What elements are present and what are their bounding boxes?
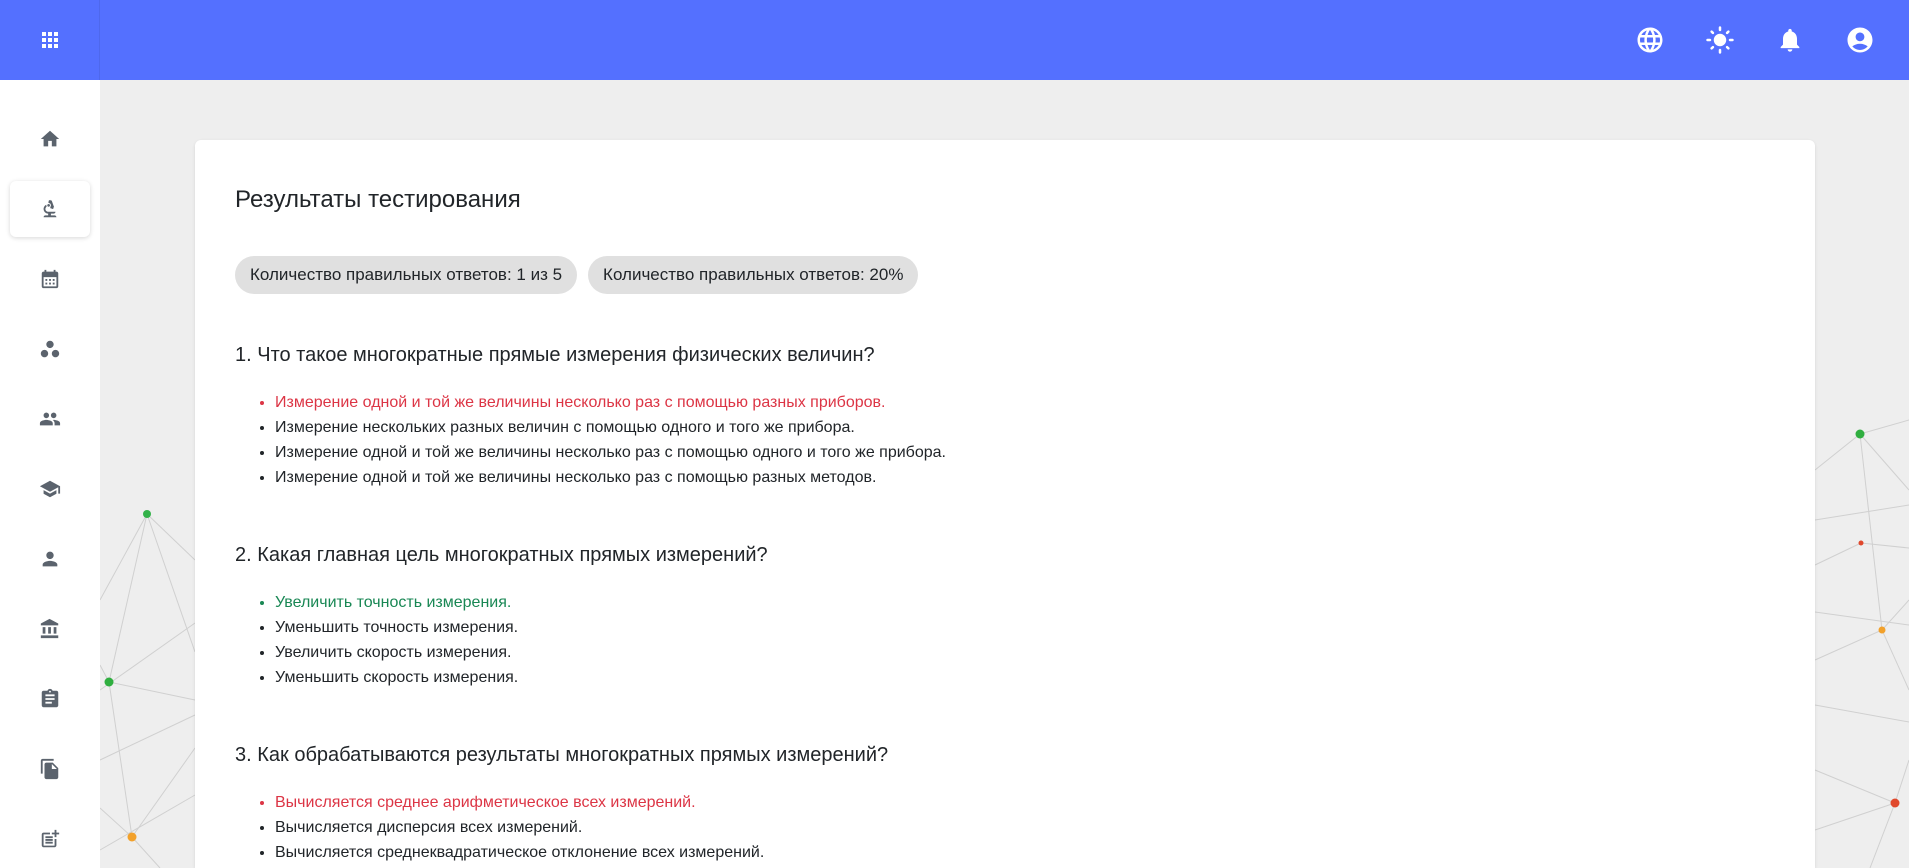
sidebar-item-groups[interactable] <box>10 391 90 447</box>
network-node <box>1878 626 1886 634</box>
group-icon <box>39 408 61 430</box>
question-title: 1. Что такое многократные прямые измерен… <box>235 344 875 366</box>
answer-option: Увеличить точность измерения. <box>275 590 1775 615</box>
sidebar-item-tests[interactable] <box>10 181 90 237</box>
theme-toggle-button[interactable] <box>1700 20 1740 60</box>
account-button[interactable] <box>1840 20 1880 60</box>
answer-option: Вычисляется среднеквадратическое отклоне… <box>275 840 1775 865</box>
network-node <box>104 677 114 687</box>
network-node <box>143 510 151 518</box>
institution-icon <box>39 618 61 640</box>
answer-option: Уменьшить скорость измерения. <box>275 665 1775 690</box>
notifications-button[interactable] <box>1770 20 1810 60</box>
page-title: Результаты тестирования <box>235 186 521 213</box>
calendar-icon <box>39 268 61 290</box>
sidebar-item-home[interactable] <box>10 111 90 167</box>
answer-option: Измерение одной и той же величины нескол… <box>275 465 1775 490</box>
sidebar-item-calendar[interactable] <box>10 251 90 307</box>
sidebar-item-person[interactable] <box>10 531 90 587</box>
home-icon <box>39 128 61 150</box>
file-copy-icon <box>39 758 61 780</box>
person-icon <box>39 548 61 570</box>
language-icon <box>1635 25 1665 55</box>
network-node <box>1855 429 1865 439</box>
school-icon <box>39 478 61 500</box>
light-mode-icon <box>1705 25 1735 55</box>
language-button[interactable] <box>1630 20 1670 60</box>
question-1: 1. Что такое многократные прямые измерен… <box>235 340 1775 490</box>
apps-menu-button[interactable] <box>0 0 100 80</box>
sidebar-item-institution[interactable] <box>10 601 90 657</box>
question-2: 2. Какая главная цель многократных прямы… <box>235 540 1775 690</box>
assignment-icon <box>39 688 61 710</box>
top-app-bar <box>0 0 1909 80</box>
answer-option: Вычисляется среднее арифметическое всех … <box>275 790 1775 815</box>
answer-option: Вычисляется дисперсия всех измерений. <box>275 815 1775 840</box>
network-node <box>127 832 137 842</box>
correct-percent-chip: Количество правильных ответов: 20% <box>588 256 919 294</box>
answer-list: Вычисляется среднее арифметическое всех … <box>235 790 1775 865</box>
post-add-icon <box>39 828 61 850</box>
network-node <box>1890 798 1900 808</box>
sidebar-item-assignment[interactable] <box>10 671 90 727</box>
network-node <box>1858 540 1864 546</box>
sidebar-item-documents[interactable] <box>10 741 90 797</box>
answer-option: Уменьшить точность измерения. <box>275 615 1775 640</box>
microscope-icon <box>39 198 61 220</box>
question-3: 3. Как обрабатываются результаты многокр… <box>235 740 1775 865</box>
question-title: 2. Какая главная цель многократных прямы… <box>235 544 768 566</box>
account-circle-icon <box>1845 25 1875 55</box>
sidebar-item-post-add[interactable] <box>10 811 90 867</box>
question-title: 3. Как обрабатываются результаты многокр… <box>235 744 889 766</box>
sidebar-item-workspaces[interactable] <box>10 321 90 377</box>
answer-list: Измерение одной и той же величины нескол… <box>235 390 1775 490</box>
sidebar <box>0 80 100 868</box>
correct-count-chip: Количество правильных ответов: 1 из 5 <box>235 256 578 294</box>
answer-option: Измерение одной и той же величины нескол… <box>275 390 1775 415</box>
sidebar-item-school[interactable] <box>10 461 90 517</box>
notifications-icon <box>1776 26 1804 54</box>
workspaces-icon <box>39 338 61 360</box>
test-results-card: Результаты тестирования Количество прави… <box>195 140 1815 868</box>
score-summary: Количество правильных ответов: 1 из 5 Ко… <box>235 256 1775 294</box>
apps-icon <box>38 28 62 52</box>
answer-option: Измерение одной и той же величины нескол… <box>275 440 1775 465</box>
answer-option: Измерение нескольких разных величин с по… <box>275 415 1775 440</box>
answer-list: Увеличить точность измерения. Уменьшить … <box>235 590 1775 690</box>
answer-option: Увеличить скорость измерения. <box>275 640 1775 665</box>
